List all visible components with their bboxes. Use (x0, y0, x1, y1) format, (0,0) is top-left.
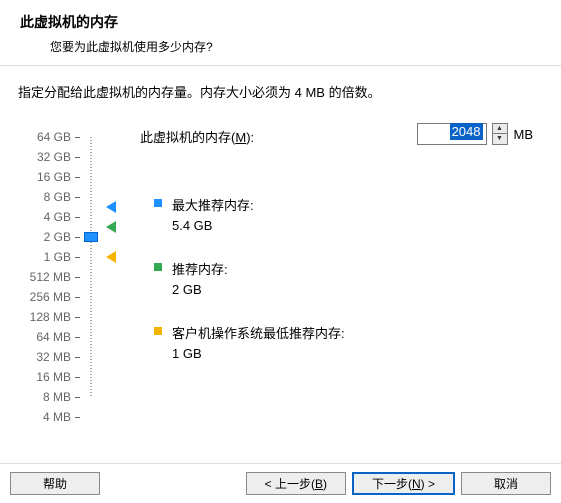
scale-mark (75, 417, 80, 418)
scale-label: 16 MB (36, 370, 71, 384)
scale-label: 128 MB (30, 310, 71, 324)
scale-tick: 128 MB (18, 307, 80, 327)
scale-mark (75, 197, 80, 198)
scale-tick: 8 MB (18, 387, 80, 407)
memory-value[interactable]: 2048 (450, 123, 483, 140)
scale-label: 4 MB (43, 410, 71, 424)
square-marker-icon (154, 263, 162, 271)
scale-label: 64 GB (37, 130, 71, 144)
recommendation-value: 1 GB (172, 346, 345, 361)
scale-mark (75, 317, 80, 318)
memory-input[interactable]: 2048 (417, 123, 487, 145)
scale-label: 64 MB (36, 330, 71, 344)
scale-label: 32 MB (36, 350, 71, 364)
recommendation-value: 2 GB (172, 282, 228, 297)
scale-mark (75, 357, 80, 358)
memory-label: 此虚拟机的内存(M): (140, 130, 254, 145)
recommendation-label: 最大推荐内存: (172, 195, 254, 214)
marker-pointer-icon (106, 201, 116, 213)
scale-tick: 8 GB (18, 187, 80, 207)
scale-mark (75, 277, 80, 278)
pointer-column (106, 127, 124, 407)
marker-pointer-icon (106, 251, 116, 263)
memory-spinner[interactable]: ▲ ▼ (492, 123, 508, 145)
back-button[interactable]: < 上一步(B) (246, 472, 346, 495)
scale-label: 512 MB (30, 270, 71, 284)
next-button[interactable]: 下一步(N) > (352, 472, 455, 495)
square-marker-icon (154, 327, 162, 335)
scale-tick: 64 MB (18, 327, 80, 347)
scale-label: 16 GB (37, 170, 71, 184)
scale-label: 256 MB (30, 290, 71, 304)
recommendation-block: 客户机操作系统最低推荐内存: 1 GB (172, 323, 345, 361)
scale-label: 2 GB (44, 230, 71, 244)
scale-tick: 64 GB (18, 127, 80, 147)
scale-mark (75, 217, 80, 218)
memory-unit: MB (514, 127, 534, 142)
scale-label: 8 MB (43, 390, 71, 404)
scale-mark (75, 377, 80, 378)
scale-tick: 256 MB (18, 287, 80, 307)
instruction-text: 指定分配给此虚拟机的内存量。内存大小必须为 4 MB 的倍数。 (18, 82, 543, 101)
marker-pointer-icon (106, 221, 116, 233)
spin-down-button[interactable]: ▼ (493, 134, 507, 144)
scale-mark (75, 337, 80, 338)
footer: 帮助 < 上一步(B) 下一步(N) > 取消 (0, 463, 561, 503)
scale-tick: 16 GB (18, 167, 80, 187)
spin-up-button[interactable]: ▲ (493, 124, 507, 134)
scale-label: 8 GB (44, 190, 71, 204)
scale-mark (75, 257, 80, 258)
scale-mark (75, 137, 80, 138)
scale-mark (75, 177, 80, 178)
slider-thumb[interactable] (84, 232, 98, 242)
scale-tick: 4 GB (18, 207, 80, 227)
page-subtitle: 您要为此虚拟机使用多少内存? (20, 38, 541, 55)
page-title: 此虚拟机的内存 (20, 12, 541, 32)
recommendation-block: 最大推荐内存: 5.4 GB (172, 195, 254, 233)
scale-tick: 32 GB (18, 147, 80, 167)
scale-mark (75, 397, 80, 398)
scale-label: 32 GB (37, 150, 71, 164)
help-button[interactable]: 帮助 (10, 472, 100, 495)
scale-tick: 512 MB (18, 267, 80, 287)
memory-scale: 64 GB 32 GB 16 GB 8 GB 4 GB 2 GB 1 GB 512 MB 256… (18, 127, 80, 427)
square-marker-icon (154, 199, 162, 207)
recommendation-block: 推荐内存: 2 GB (172, 259, 228, 297)
scale-mark (75, 237, 80, 238)
memory-slider[interactable] (84, 127, 98, 407)
recommendation-value: 5.4 GB (172, 218, 254, 233)
scale-mark (75, 297, 80, 298)
scale-tick: 4 MB (18, 407, 80, 427)
scale-tick: 16 MB (18, 367, 80, 387)
scale-tick: 32 MB (18, 347, 80, 367)
scale-mark (75, 157, 80, 158)
scale-tick: 1 GB (18, 247, 80, 267)
cancel-button[interactable]: 取消 (461, 472, 551, 495)
scale-label: 1 GB (44, 250, 71, 264)
recommendation-label: 推荐内存: (172, 259, 228, 278)
recommendation-label: 客户机操作系统最低推荐内存: (172, 323, 345, 342)
slider-track (90, 137, 92, 397)
scale-label: 4 GB (44, 210, 71, 224)
scale-tick: 2 GB (18, 227, 80, 247)
